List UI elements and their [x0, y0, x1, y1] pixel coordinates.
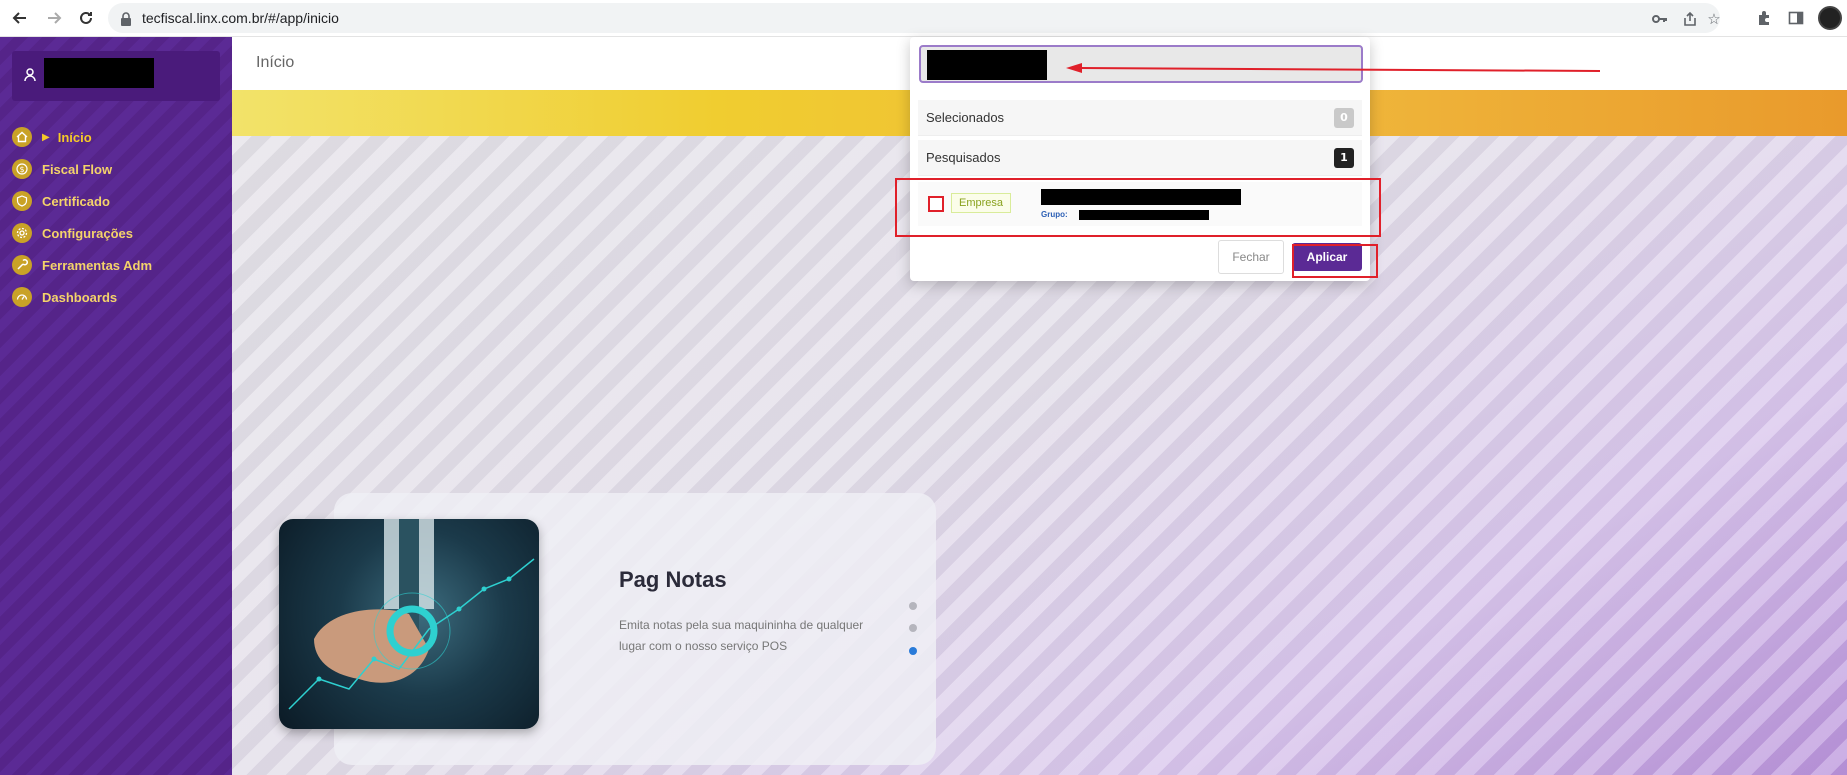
annotation-arrow [1066, 63, 1601, 73]
